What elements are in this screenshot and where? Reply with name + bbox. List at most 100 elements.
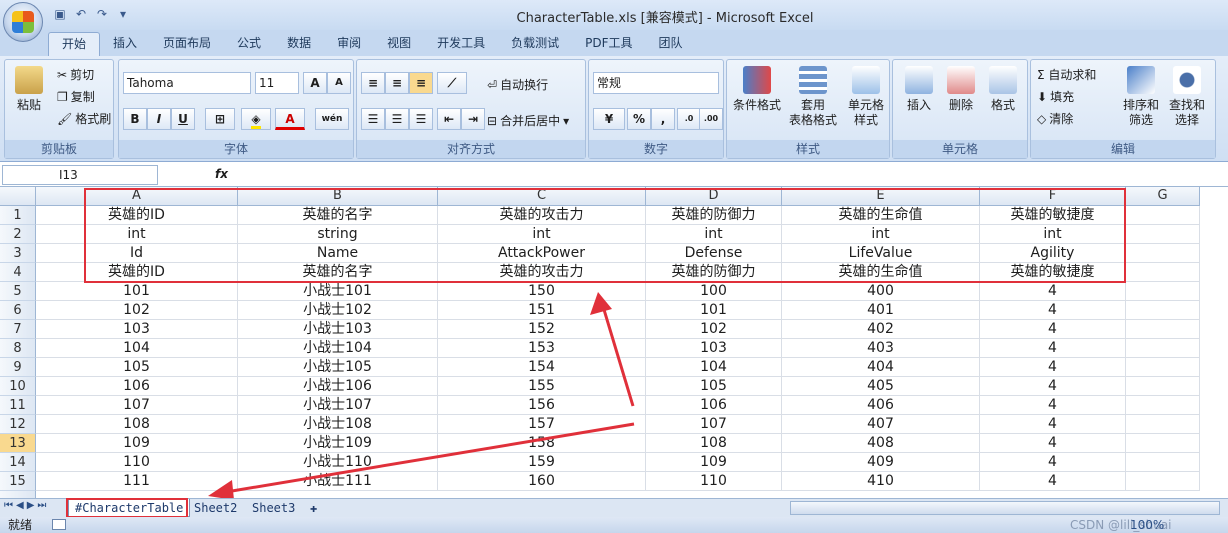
cell-c13[interactable]: 158 <box>438 434 646 453</box>
insert-cells-button[interactable]: 插入 <box>899 66 939 113</box>
cell-a12[interactable]: 108 <box>36 415 238 434</box>
cell-d9[interactable]: 104 <box>646 358 782 377</box>
tab-8[interactable]: 负载测试 <box>498 30 572 56</box>
cell-b7[interactable]: 小战士103 <box>238 320 438 339</box>
cell-g14[interactable] <box>1126 453 1200 472</box>
tab-3[interactable]: 公式 <box>224 30 274 56</box>
insert-sheet-button[interactable]: ✚ <box>304 499 323 517</box>
cell-b14[interactable]: 小战士110 <box>238 453 438 472</box>
delete-cells-button[interactable]: 删除 <box>941 66 981 113</box>
row-header[interactable]: 1 <box>0 206 36 225</box>
cell-a10[interactable]: 106 <box>36 377 238 396</box>
cell-b13[interactable]: 小战士109 <box>238 434 438 453</box>
column-header-g[interactable]: G <box>1126 187 1200 206</box>
cell-a6[interactable]: 102 <box>36 301 238 320</box>
cell-c8[interactable]: 153 <box>438 339 646 358</box>
font-name-select[interactable]: Tahoma <box>123 72 251 94</box>
cell-e5[interactable]: 400 <box>782 282 980 301</box>
copy-button[interactable]: ❐ 复制 <box>57 88 95 105</box>
name-box[interactable]: I13 <box>2 165 158 185</box>
tab-7[interactable]: 开发工具 <box>424 30 498 56</box>
format-painter-button[interactable]: 🖌 格式刷 <box>57 110 111 127</box>
row-header[interactable]: 6 <box>0 301 36 320</box>
sheet-tab-sheet2[interactable]: Sheet2 <box>188 499 243 517</box>
select-all-corner[interactable] <box>0 187 36 206</box>
row-header[interactable]: 14 <box>0 453 36 472</box>
cell-a9[interactable]: 105 <box>36 358 238 377</box>
fill-color-button[interactable]: ◈ <box>241 108 271 130</box>
horizontal-scrollbar[interactable] <box>790 501 1220 515</box>
tab-9[interactable]: PDF工具 <box>572 30 645 56</box>
row-header[interactable]: 13 <box>0 434 36 453</box>
cut-button[interactable]: ✂ 剪切 <box>57 66 94 83</box>
align-bottom-button[interactable]: ≡ <box>409 72 433 94</box>
align-top-button[interactable]: ≡ <box>361 72 385 94</box>
wrap-text-button[interactable]: ⏎ 自动换行 <box>487 76 548 93</box>
row-header[interactable]: 7 <box>0 320 36 339</box>
align-left-button[interactable]: ☰ <box>361 108 385 130</box>
cell-f6[interactable]: 4 <box>980 301 1126 320</box>
row-header[interactable]: 5 <box>0 282 36 301</box>
cell-d11[interactable]: 106 <box>646 396 782 415</box>
cell-a13[interactable]: 109 <box>36 434 238 453</box>
cell-d12[interactable]: 107 <box>646 415 782 434</box>
cell-g5[interactable] <box>1126 282 1200 301</box>
cell-b10[interactable]: 小战士106 <box>238 377 438 396</box>
cell-a8[interactable]: 104 <box>36 339 238 358</box>
sort-filter-button[interactable]: 排序和 筛选 <box>1119 66 1163 128</box>
cell-a14[interactable]: 110 <box>36 453 238 472</box>
italic-button[interactable]: I <box>147 108 171 130</box>
currency-button[interactable]: ¥ <box>593 108 625 130</box>
row-header[interactable]: 4 <box>0 263 36 282</box>
cell-f5[interactable]: 4 <box>980 282 1126 301</box>
cell-b5[interactable]: 小战士101 <box>238 282 438 301</box>
cell-g2[interactable] <box>1126 225 1200 244</box>
cell-f13[interactable]: 4 <box>980 434 1126 453</box>
decrease-decimal-button[interactable]: .00 <box>699 108 723 130</box>
cell-g6[interactable] <box>1126 301 1200 320</box>
decrease-indent-button[interactable]: ⇤ <box>437 108 461 130</box>
row-header[interactable]: 12 <box>0 415 36 434</box>
row-header[interactable]: 2 <box>0 225 36 244</box>
cell-f7[interactable]: 4 <box>980 320 1126 339</box>
cell-g13[interactable] <box>1126 434 1200 453</box>
align-middle-button[interactable]: ≡ <box>385 72 409 94</box>
cell-c6[interactable]: 151 <box>438 301 646 320</box>
cell-d5[interactable]: 100 <box>646 282 782 301</box>
sheet-tab-sheet3[interactable]: Sheet3 <box>246 499 301 517</box>
cell-f11[interactable]: 4 <box>980 396 1126 415</box>
cell-e7[interactable]: 402 <box>782 320 980 339</box>
cell-g3[interactable] <box>1126 244 1200 263</box>
border-button[interactable]: ⊞ <box>205 108 235 130</box>
number-format-select[interactable]: 常规 <box>593 72 719 94</box>
row-header[interactable]: 10 <box>0 377 36 396</box>
cell-c7[interactable]: 152 <box>438 320 646 339</box>
cell-d13[interactable]: 108 <box>646 434 782 453</box>
cell-g8[interactable] <box>1126 339 1200 358</box>
percent-button[interactable]: % <box>627 108 651 130</box>
tab-2[interactable]: 页面布局 <box>150 30 224 56</box>
cell-f15[interactable]: 4 <box>980 472 1126 491</box>
cell-c10[interactable]: 155 <box>438 377 646 396</box>
cell-d8[interactable]: 103 <box>646 339 782 358</box>
cell-f8[interactable]: 4 <box>980 339 1126 358</box>
find-select-button[interactable]: 查找和 选择 <box>1165 66 1209 128</box>
autosum-button[interactable]: Σ 自动求和 <box>1037 66 1096 83</box>
cell-c11[interactable]: 156 <box>438 396 646 415</box>
cell-e11[interactable]: 406 <box>782 396 980 415</box>
merge-center-button[interactable]: ⊟ 合并后居中 ▾ <box>487 112 569 129</box>
cell-e12[interactable]: 407 <box>782 415 980 434</box>
cell-f12[interactable]: 4 <box>980 415 1126 434</box>
row-header[interactable]: 8 <box>0 339 36 358</box>
font-size-select[interactable]: 11 <box>255 72 299 94</box>
shrink-font-button[interactable]: A <box>327 72 351 94</box>
formula-input[interactable] <box>238 165 1226 185</box>
sheet-nav-arrows[interactable]: ⏮◀▶⏭ <box>4 500 49 511</box>
cell-g7[interactable] <box>1126 320 1200 339</box>
cell-e13[interactable]: 408 <box>782 434 980 453</box>
increase-decimal-button[interactable]: .0 <box>677 108 701 130</box>
align-right-button[interactable]: ☰ <box>409 108 433 130</box>
tab-4[interactable]: 数据 <box>274 30 324 56</box>
cell-d7[interactable]: 102 <box>646 320 782 339</box>
zoom-level[interactable]: 100% <box>1130 517 1164 533</box>
